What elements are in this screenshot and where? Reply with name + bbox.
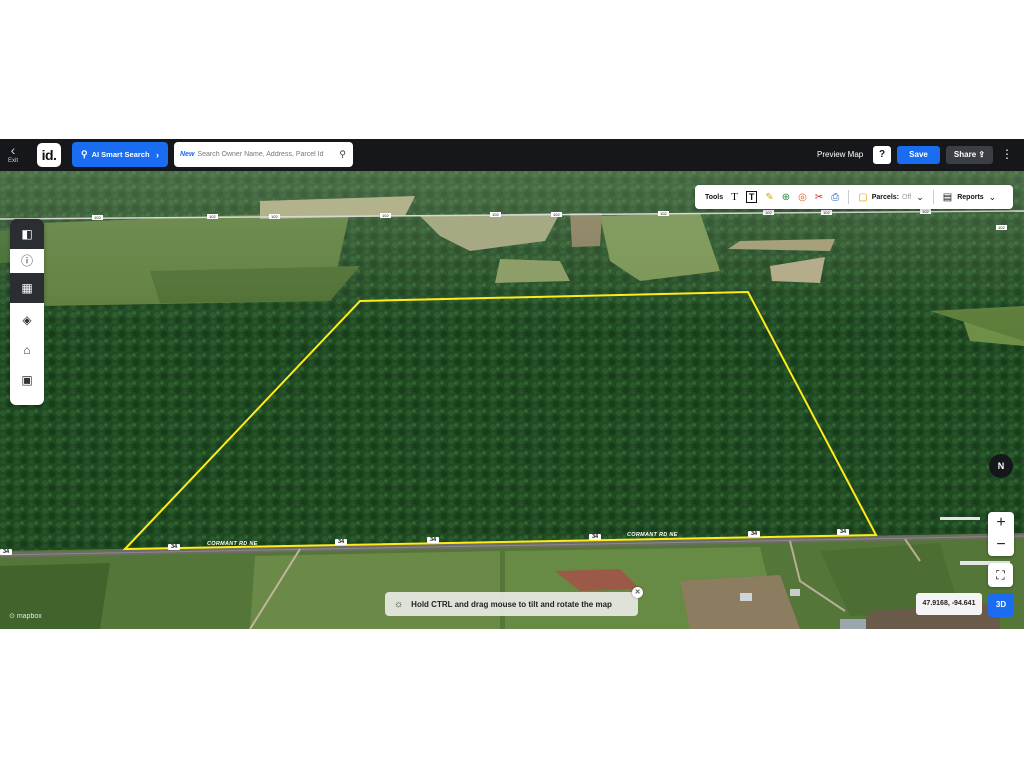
zoom-controls: + − [988, 512, 1014, 556]
county-road-shield: 102 [92, 215, 103, 220]
lightbulb-icon: ☼ [394, 598, 404, 610]
chevron-right-icon: › [156, 149, 159, 160]
mapbox-attribution[interactable]: ⊙ mapbox [9, 612, 42, 620]
left-sidebar: ◧ ⓘ ▦ ◈ ⌂ ▣ [10, 219, 44, 405]
road-name-label: CORMANT RD NE [207, 541, 258, 547]
highway-shield: 34 [748, 531, 761, 537]
share-button[interactable]: Share ⇪ [946, 146, 993, 164]
ai-smart-search-label: AI Smart Search [91, 150, 150, 159]
highway-shield: 34 [427, 537, 440, 543]
search-box[interactable]: New ⚲ [174, 142, 353, 167]
new-badge: New [180, 151, 195, 158]
parcels-state: Off [902, 193, 912, 201]
compass-button[interactable]: N [989, 454, 1013, 478]
chevron-left-icon: ‹ [10, 142, 16, 158]
share-icon: ⇪ [978, 150, 986, 159]
share-label: Share [953, 150, 977, 159]
more-menu-icon[interactable]: ⋮ [1001, 147, 1013, 161]
search-icon[interactable]: ⚲ [339, 149, 346, 160]
building-icon: ⌂ [23, 343, 31, 357]
scissors-tool-icon[interactable]: ✂ [815, 192, 823, 203]
county-road-shield: 102 [821, 210, 832, 215]
attribution-label: mapbox [16, 613, 42, 620]
zoom-in-button[interactable]: + [988, 512, 1014, 534]
toolbar-divider [848, 190, 850, 204]
layers-icon: ◈ [22, 313, 32, 327]
fit-bounds-button[interactable]: ⛶ [988, 563, 1013, 587]
chevron-down-icon[interactable]: ⌄ [916, 192, 924, 203]
ai-smart-search-button[interactable]: ⚲ AI Smart Search › [72, 142, 168, 167]
hint-text: Hold CTRL and drag mouse to tilt and rot… [411, 599, 612, 609]
zoom-out-button[interactable]: − [988, 534, 1014, 556]
highway-shield: 34 [0, 549, 13, 555]
county-road-shield: 102 [763, 210, 774, 215]
county-road-shield: 102 [920, 209, 931, 214]
help-button[interactable]: ? [873, 146, 891, 164]
info-icon: ⓘ [20, 253, 33, 268]
coordinates-readout: 47.9168, -94.641 [916, 593, 982, 615]
highway-shield: 34 [168, 544, 181, 550]
logo[interactable]: id. [37, 143, 61, 167]
toggle-3d-button[interactable]: 3D [988, 593, 1014, 617]
search-input[interactable] [197, 151, 336, 158]
panel-icon: ◧ [21, 227, 33, 241]
print-tool-icon[interactable]: ⎙ [831, 192, 839, 203]
county-road-shield: 102 [996, 225, 1007, 230]
radius-tool-icon[interactable]: ◎ [798, 192, 807, 203]
highway-shield: 34 [837, 529, 850, 535]
county-road-shield: 102 [207, 214, 218, 219]
road-name-label: CORMANT RD NE [627, 532, 678, 538]
county-road-shield: 102 [551, 212, 562, 217]
tools-label: Tools [705, 193, 724, 201]
close-icon[interactable]: ✕ [632, 587, 643, 598]
ruler-tool-icon[interactable]: ✎ [765, 192, 773, 203]
parcels-toggle-label[interactable]: Parcels: [872, 194, 899, 201]
county-road-shield: 102 [490, 212, 501, 217]
tilt-hint-toast: ☼ Hold CTRL and drag mouse to tilt and r… [385, 587, 643, 616]
map-canvas[interactable]: 34 34 34 34 34 34 34 CORMANT RD NE CORMA… [0, 171, 1024, 629]
toolbar-divider [932, 190, 934, 204]
sidebar-item-layers[interactable]: ◈ [10, 305, 44, 335]
globe-tool-icon[interactable]: ⊕ [782, 192, 790, 203]
county-road-shield: 102 [380, 213, 391, 218]
county-road-shield: 102 [269, 214, 280, 219]
text-box-tool-icon[interactable]: T [745, 191, 758, 203]
search-icon: ⚲ [81, 149, 88, 159]
app-window: ‹ Exit id. ⚲ AI Smart Search › New ⚲ Pre… [0, 139, 1024, 629]
county-road-shield: 102 [658, 211, 669, 216]
sidebar-item-info[interactable]: ⓘ [10, 245, 44, 275]
sidebar-item-map[interactable]: ▦ [10, 273, 44, 303]
top-bar: ‹ Exit id. ⚲ AI Smart Search › New ⚲ Pre… [0, 139, 1024, 171]
highway-shield: 34 [335, 539, 348, 545]
highway-shield: 34 [589, 534, 602, 540]
exit-label: Exit [7, 158, 18, 164]
satellite-imagery [0, 171, 1024, 629]
map-icon: ▦ [21, 281, 33, 295]
mapbox-logo-icon: ⊙ [9, 613, 15, 620]
text-tool-icon[interactable]: T [731, 191, 738, 203]
preview-map-button[interactable]: Preview Map [817, 150, 863, 159]
save-button[interactable]: Save [897, 146, 940, 164]
fullscreen-icon: ⛶ [996, 568, 1005, 582]
reports-label[interactable]: Reports [957, 194, 983, 201]
chevron-down-icon[interactable]: ⌄ [989, 192, 997, 203]
sidebar-item-imagery[interactable]: ▣ [10, 365, 44, 395]
image-icon: ▣ [21, 373, 33, 387]
map-toolbar: Tools T T ✎ ⊕ ◎ ✂ ⎙ ▢ Parcels: Off ⌄ ▤ R… [695, 185, 1013, 209]
reports-icon[interactable]: ▤ [943, 192, 952, 203]
exit-button[interactable]: ‹ Exit [4, 143, 22, 169]
parcels-icon[interactable]: ▢ [858, 192, 867, 203]
sidebar-item-buildings[interactable]: ⌂ [10, 335, 44, 365]
